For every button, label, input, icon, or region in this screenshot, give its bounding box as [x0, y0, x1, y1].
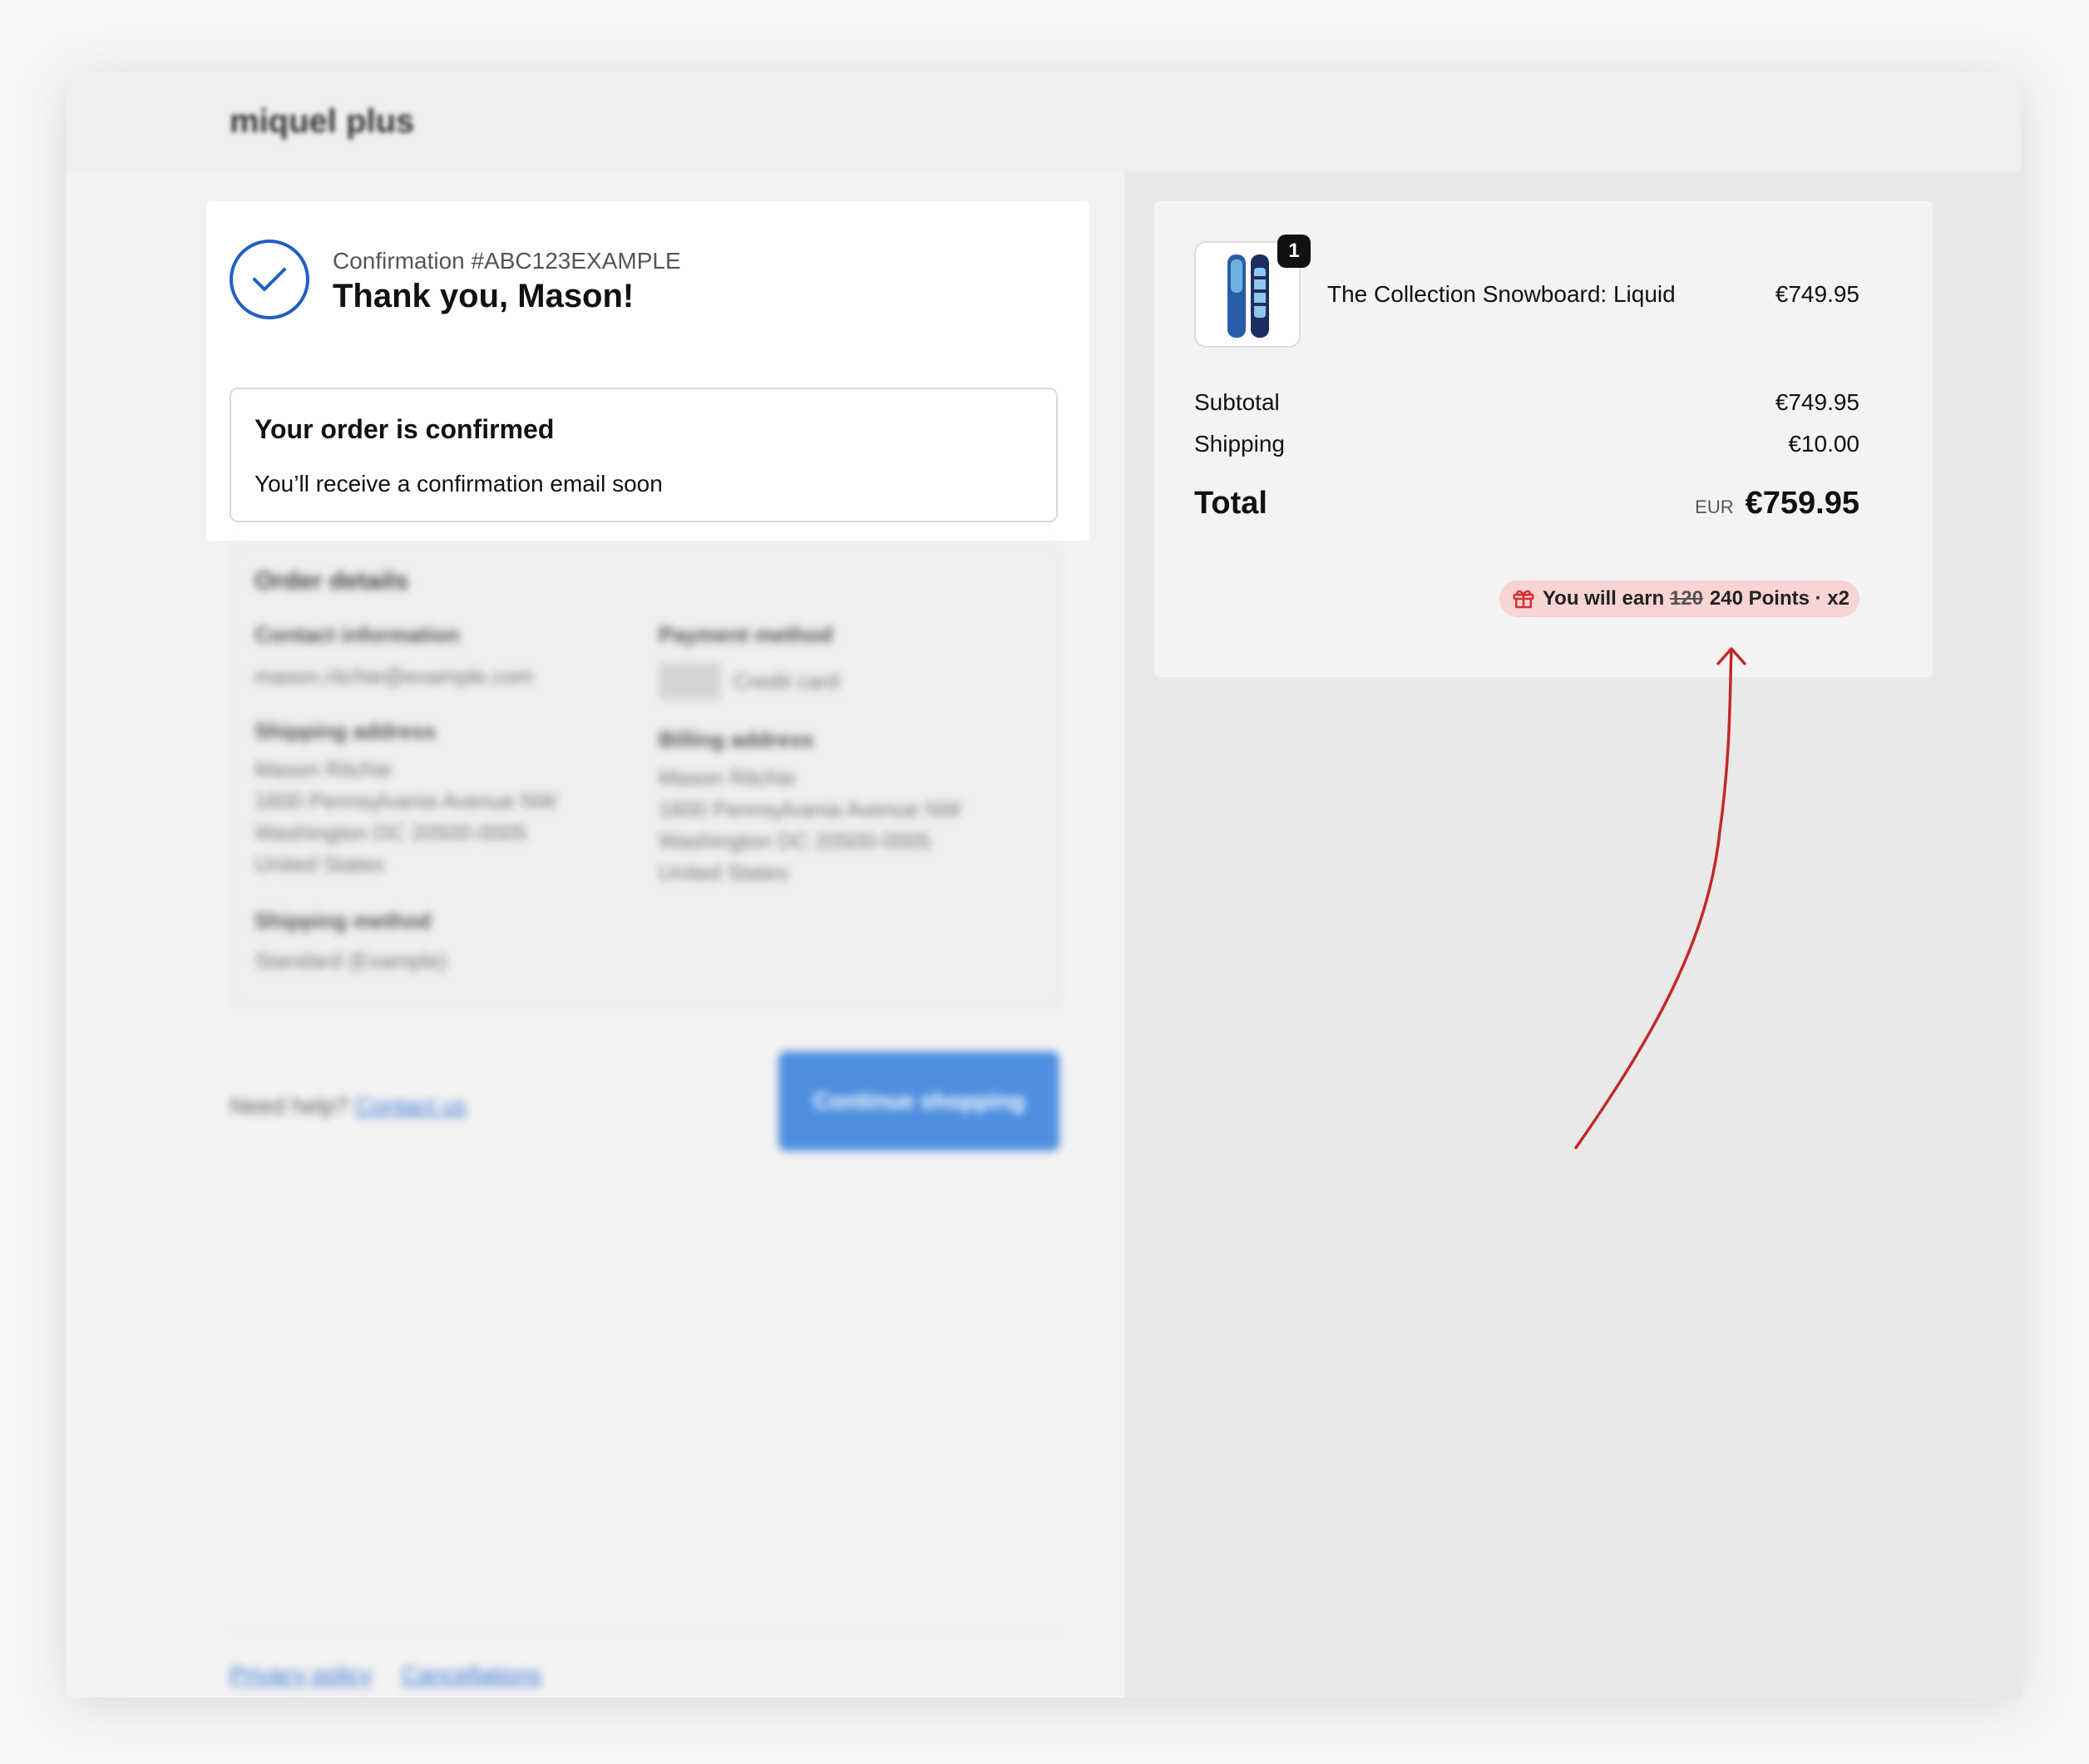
total-value: EUR €759.95 — [1695, 486, 1859, 521]
product-name: The Collection Snowboard: Liquid — [1327, 281, 1676, 307]
shipping-label: Shipping — [1194, 431, 1285, 457]
product-thumbnail: 1 — [1194, 235, 1311, 348]
shipping-address-label: Shipping address — [254, 719, 437, 744]
shipping-method: Standard (Example) — [254, 948, 447, 973]
footer-links: Privacy policy Cancellations — [230, 1662, 565, 1688]
confirmation-number: Confirmation #ABC123EXAMPLE — [333, 248, 681, 274]
subtotal-value: €749.95 — [1775, 389, 1859, 415]
points-prefix: You will earn — [1542, 587, 1665, 610]
points-new: 240 Points · x2 — [1709, 587, 1849, 610]
footer-divider — [230, 1630, 1061, 1632]
billing-address-label: Billing address — [659, 727, 814, 752]
order-confirmed-box: Your order is confirmed You’ll receive a… — [230, 388, 1058, 522]
payment-method-label: Payment method — [659, 622, 833, 647]
gift-icon — [1511, 586, 1536, 617]
total-label: Total — [1194, 486, 1267, 521]
points-old: 120 — [1669, 587, 1703, 610]
credit-card-icon — [659, 662, 722, 700]
order-summary-card: 1 The Collection Snowboard: Liquid €749.… — [1154, 201, 1933, 677]
header: miquel plus — [67, 72, 2021, 171]
privacy-policy-link[interactable]: Privacy policy — [230, 1662, 372, 1687]
order-details: Order details Contact information mason.… — [230, 544, 1061, 1010]
contact-info-label: Contact information — [254, 622, 460, 647]
order-details-title: Order details — [254, 567, 409, 595]
shipping-address: Mason Ritchie 1600 Pennsylvania Avenue N… — [254, 757, 557, 877]
points-badge: You will earn 120 240 Points · x2 — [1499, 581, 1859, 617]
help-label: Need help? — [230, 1093, 349, 1119]
continue-shopping-button[interactable]: Continue shopping — [778, 1051, 1059, 1151]
order-confirmed-subtitle: You’ll receive a confirmation email soon — [254, 471, 663, 497]
thank-you-heading: Thank you, Mason! — [333, 278, 635, 314]
cancellations-link[interactable]: Cancellations — [402, 1662, 541, 1687]
checkout-window: miquel plus Confirmation #ABC123EXAMPLE … — [67, 72, 2021, 1697]
contact-us-link[interactable]: Contact us — [355, 1093, 467, 1119]
product-price: €749.95 — [1775, 281, 1859, 307]
subtotal-label: Subtotal — [1194, 389, 1280, 415]
shipping-value: €10.00 — [1788, 431, 1859, 457]
contact-email: mason.ritchie@example.com — [254, 664, 534, 689]
shipping-method-label: Shipping method — [254, 908, 432, 933]
total-currency: EUR — [1695, 497, 1734, 517]
billing-address: Mason Ritchie 1600 Pennsylvania Avenue N… — [659, 765, 961, 885]
brand-logo[interactable]: miquel plus — [230, 103, 414, 141]
total-amount: €759.95 — [1745, 486, 1859, 521]
confirmation-card: Confirmation #ABC123EXAMPLE Thank you, M… — [206, 201, 1089, 541]
check-circle-icon — [230, 240, 309, 319]
help-text: Need help? Contact us — [230, 1093, 467, 1119]
payment-method: Credit card — [733, 669, 840, 694]
order-confirmed-title: Your order is confirmed — [254, 414, 555, 444]
quantity-badge: 1 — [1277, 235, 1311, 268]
